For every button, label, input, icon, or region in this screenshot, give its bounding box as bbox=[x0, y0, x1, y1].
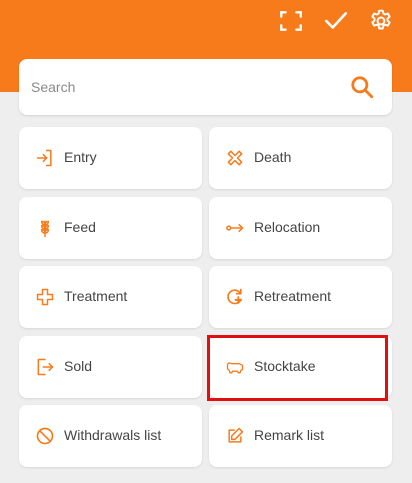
menu-label: Retreatment bbox=[254, 288, 332, 304]
menu-label: Entry bbox=[64, 149, 97, 165]
menu-tile-retreatment[interactable]: Retreatment bbox=[209, 266, 392, 328]
refresh-plus-icon bbox=[225, 287, 245, 307]
arrow-right-icon bbox=[225, 218, 245, 238]
wheat-icon bbox=[35, 218, 55, 238]
check-icon[interactable] bbox=[322, 7, 350, 35]
menu-tile-withdrawals-list[interactable]: Withdrawals list bbox=[19, 405, 202, 467]
menu-tile-relocation[interactable]: Relocation bbox=[209, 197, 392, 259]
pig-icon bbox=[225, 357, 245, 377]
search-bar bbox=[19, 59, 392, 115]
edit-icon bbox=[225, 426, 245, 446]
menu-tile-death[interactable]: Death bbox=[209, 127, 392, 189]
scan-frame-icon[interactable] bbox=[277, 7, 305, 35]
menu-label: Relocation bbox=[254, 219, 321, 235]
menu-tile-stocktake[interactable]: Stocktake bbox=[209, 336, 392, 398]
login-icon bbox=[35, 148, 55, 168]
prohibited-icon bbox=[35, 426, 55, 446]
cross-icon bbox=[225, 148, 245, 168]
menu-label: Remark list bbox=[254, 427, 325, 443]
menu-label: Death bbox=[254, 149, 292, 165]
menu-tile-remark-list[interactable]: Remark list bbox=[209, 405, 392, 467]
menu-label: Withdrawals list bbox=[64, 427, 162, 443]
menu-tile-sold[interactable]: Sold bbox=[19, 336, 202, 398]
gear-icon[interactable] bbox=[367, 7, 395, 35]
logout-icon bbox=[35, 357, 55, 377]
search-icon[interactable] bbox=[346, 71, 378, 103]
menu-label: Sold bbox=[64, 358, 93, 374]
search-input[interactable] bbox=[31, 69, 331, 105]
plus-icon bbox=[35, 287, 55, 307]
menu-label: Treatment bbox=[64, 288, 128, 304]
menu-tile-feed[interactable]: Feed bbox=[19, 197, 202, 259]
menu-tile-entry[interactable]: Entry bbox=[19, 127, 202, 189]
menu-label: Feed bbox=[64, 219, 96, 235]
menu-label: Stocktake bbox=[254, 358, 316, 374]
menu-tile-treatment[interactable]: Treatment bbox=[19, 266, 202, 328]
